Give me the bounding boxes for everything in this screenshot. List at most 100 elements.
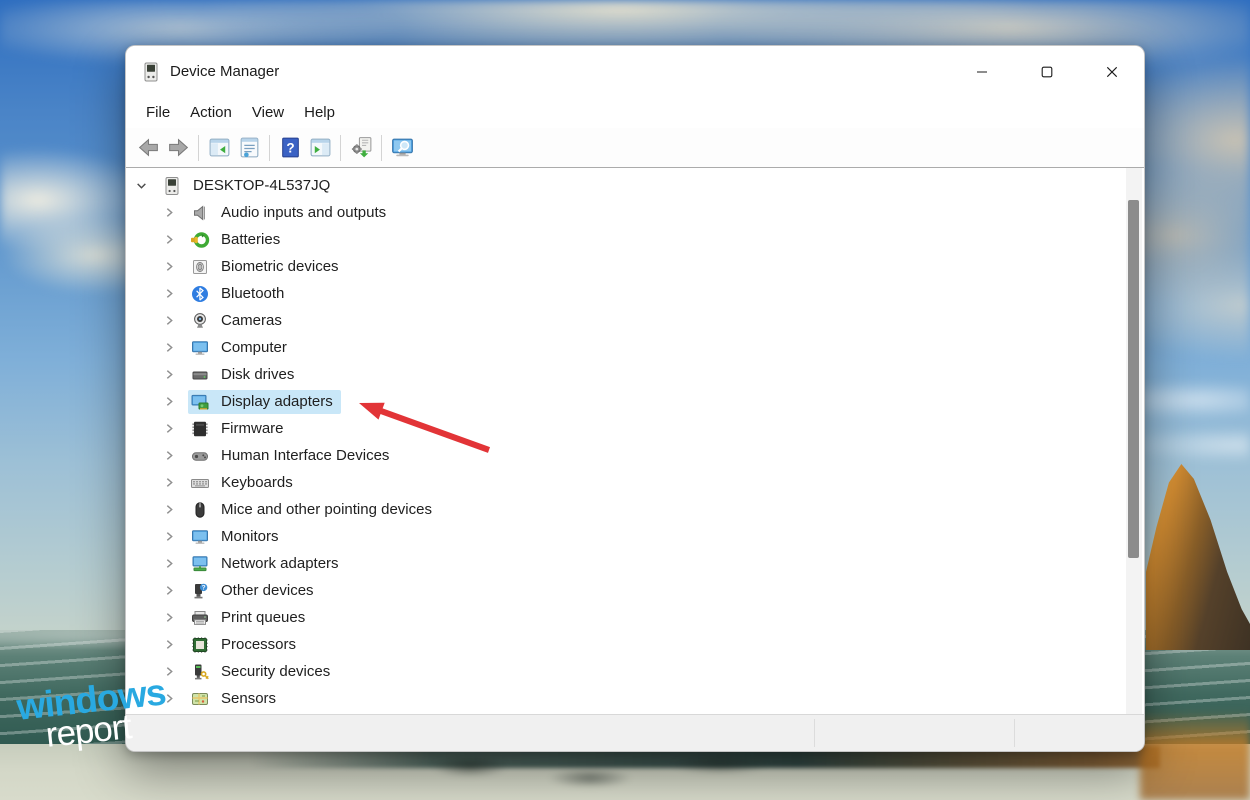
tree-item-monitors[interactable]: Monitors: [126, 523, 1124, 550]
show-hide-console-tree-button[interactable]: [204, 133, 234, 163]
device-tree-pane: DESKTOP-4L537JQ Audio inputs and outputs B…: [126, 168, 1144, 714]
row-body[interactable]: Human Interface Devices: [188, 444, 397, 468]
tree-item-label: Computer: [221, 339, 287, 356]
minimize-icon: [976, 70, 987, 73]
chevron-right-icon[interactable]: [162, 260, 176, 274]
bluetooth-icon: [190, 284, 210, 304]
tree-item-biometric-devices[interactable]: Biometric devices: [126, 253, 1124, 280]
chevron-right-icon[interactable]: [162, 476, 176, 490]
scrollbar-thumb[interactable]: [1128, 200, 1139, 558]
row-body[interactable]: Processors: [188, 633, 304, 657]
chevron-down-icon[interactable]: [134, 179, 148, 193]
tree-item-processors[interactable]: Processors: [126, 631, 1124, 658]
display-adapter-icon: [190, 392, 210, 412]
tree-item-network-adapters[interactable]: Network adapters: [126, 550, 1124, 577]
help-button[interactable]: ?: [275, 133, 305, 163]
show-hide-action-pane-button[interactable]: [305, 133, 335, 163]
tree-item-label: Biometric devices: [221, 258, 339, 275]
chevron-right-icon[interactable]: [162, 530, 176, 544]
tree-item-security-devices[interactable]: Security devices: [126, 658, 1124, 685]
toolbar-separator: [340, 134, 341, 161]
svg-text:?: ?: [202, 584, 206, 591]
chevron-right-icon[interactable]: [162, 368, 176, 382]
vertical-scrollbar[interactable]: [1126, 168, 1142, 714]
chevron-right-icon[interactable]: [162, 611, 176, 625]
window-title: Device Manager: [170, 63, 280, 80]
scan-hardware-icon: [349, 135, 374, 160]
status-bar: [126, 714, 1144, 751]
tree-item-print-queues[interactable]: Print queues: [126, 604, 1124, 631]
tree-item-batteries[interactable]: Batteries: [126, 226, 1124, 253]
row-body[interactable]: ? Other devices: [188, 579, 322, 603]
tree-item-other-devices[interactable]: ? Other devices: [126, 577, 1124, 604]
chevron-right-icon[interactable]: [162, 503, 176, 517]
chevron-right-icon[interactable]: [162, 665, 176, 679]
row-body[interactable]: Print queues: [188, 606, 313, 630]
row-body[interactable]: Network adapters: [188, 552, 347, 576]
close-button[interactable]: [1079, 46, 1144, 97]
row-body[interactable]: Audio inputs and outputs: [188, 201, 394, 225]
row-body[interactable]: Biometric devices: [188, 255, 347, 279]
tree-item-label: Mice and other pointing devices: [221, 501, 432, 518]
tree-item-mice-and-other-pointing-devices[interactable]: Mice and other pointing devices: [126, 496, 1124, 523]
row-body[interactable]: Keyboards: [188, 471, 301, 495]
tree-item-label: Keyboards: [221, 474, 293, 491]
maximize-icon: [1041, 66, 1052, 77]
biometric-icon: [190, 257, 210, 277]
row-body[interactable]: Bluetooth: [188, 282, 292, 306]
chevron-right-icon[interactable]: [162, 395, 176, 409]
maximize-button[interactable]: [1014, 46, 1079, 97]
tree-item-bluetooth[interactable]: Bluetooth: [126, 280, 1124, 307]
close-icon: [1106, 66, 1117, 77]
menu-action[interactable]: Action: [180, 100, 242, 126]
toolbar: ?: [126, 128, 1144, 168]
chevron-right-icon[interactable]: [162, 557, 176, 571]
scan-for-hardware-changes-button[interactable]: [346, 133, 376, 163]
chevron-right-icon[interactable]: [162, 233, 176, 247]
menu-help[interactable]: Help: [294, 100, 345, 126]
row-body[interactable]: Batteries: [188, 228, 288, 252]
tree-item-audio-inputs-and-outputs[interactable]: Audio inputs and outputs: [126, 199, 1124, 226]
scan-computer-button[interactable]: [387, 133, 417, 163]
row-body[interactable]: Sensors: [188, 687, 284, 711]
row-body[interactable]: Security devices: [188, 660, 338, 684]
row-body[interactable]: Computer: [188, 336, 295, 360]
chevron-right-icon[interactable]: [162, 638, 176, 652]
toolbar-separator: [269, 134, 270, 161]
row-body[interactable]: DESKTOP-4L537JQ: [160, 174, 338, 198]
tree-item-computer[interactable]: Computer: [126, 334, 1124, 361]
selected-row-highlight[interactable]: Display adapters: [188, 389, 341, 414]
tree-item-firmware[interactable]: Firmware: [126, 415, 1124, 442]
row-body[interactable]: Disk drives: [188, 363, 302, 387]
forward-button[interactable]: [163, 133, 193, 163]
tree-item-label: DESKTOP-4L537JQ: [193, 177, 331, 194]
tree-item-human-interface-devices[interactable]: Human Interface Devices: [126, 442, 1124, 469]
chevron-right-icon[interactable]: [162, 314, 176, 328]
chevron-right-icon[interactable]: [162, 341, 176, 355]
row-body[interactable]: Monitors: [188, 525, 287, 549]
menu-file[interactable]: File: [136, 100, 180, 126]
chevron-right-icon[interactable]: [162, 449, 176, 463]
back-button[interactable]: [133, 133, 163, 163]
tree-item-disk-drives[interactable]: Disk drives: [126, 361, 1124, 388]
tree-item-keyboards[interactable]: Keyboards: [126, 469, 1124, 496]
row-body[interactable]: Firmware: [188, 417, 292, 441]
back-icon: [136, 135, 161, 160]
minimize-button[interactable]: [949, 46, 1014, 97]
chevron-right-icon[interactable]: [162, 692, 176, 706]
tree-item-display-adapters[interactable]: Display adapters: [126, 388, 1124, 415]
tree-item-sensors[interactable]: Sensors: [126, 685, 1124, 712]
printer-icon: [190, 608, 210, 628]
row-body[interactable]: Mice and other pointing devices: [188, 498, 440, 522]
properties-button[interactable]: [234, 133, 264, 163]
tree-item-desktop-4l537jq[interactable]: DESKTOP-4L537JQ: [126, 172, 1124, 199]
chevron-right-icon[interactable]: [162, 422, 176, 436]
chevron-right-icon[interactable]: [162, 584, 176, 598]
chevron-right-icon[interactable]: [162, 206, 176, 220]
device-tree: DESKTOP-4L537JQ Audio inputs and outputs B…: [126, 172, 1124, 712]
menu-view[interactable]: View: [242, 100, 294, 126]
chevron-right-icon[interactable]: [162, 287, 176, 301]
tree-item-cameras[interactable]: Cameras: [126, 307, 1124, 334]
titlebar[interactable]: Device Manager: [126, 46, 1144, 97]
row-body[interactable]: Cameras: [188, 309, 290, 333]
